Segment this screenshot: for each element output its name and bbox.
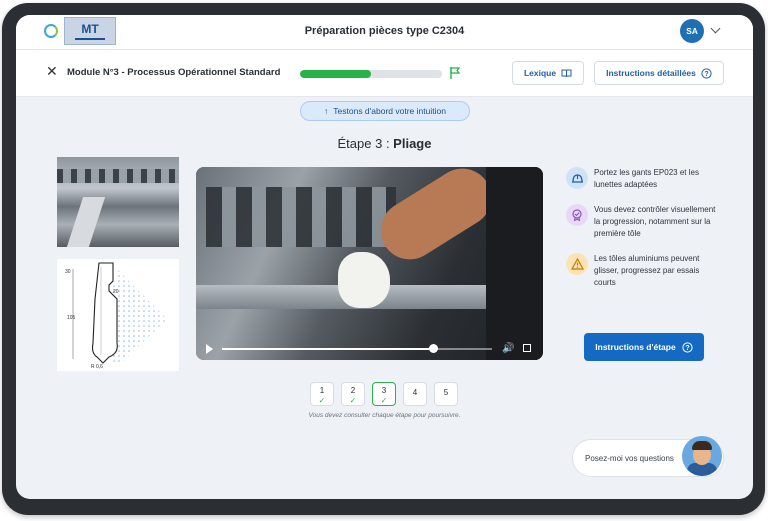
check-icon: ✓	[318, 396, 326, 405]
step-name: Pliage	[393, 136, 432, 151]
book-icon	[561, 69, 572, 77]
lexique-label: Lexique	[523, 68, 557, 78]
tip-text: Vous devez contrôler visuellement la pro…	[594, 205, 716, 238]
user-avatar[interactable]: SA	[680, 19, 704, 43]
seek-handle[interactable]	[428, 344, 438, 353]
step-video-player[interactable]: 🔊	[196, 167, 543, 360]
inspection-badge-icon	[566, 204, 588, 226]
module-title: Module N°3 - Processus Opérationnel Stan…	[67, 67, 281, 78]
detailed-instructions-button[interactable]: Instructions détaillées ?	[594, 61, 724, 85]
svg-text:?: ?	[685, 345, 689, 352]
play-icon[interactable]	[206, 344, 213, 354]
fullscreen-icon[interactable]	[523, 344, 531, 352]
step-2-button[interactable]: 2 ✓	[341, 382, 365, 406]
assistant-avatar[interactable]	[682, 436, 722, 476]
assistant-prompt-label: Posez-moi vos questions	[585, 454, 674, 463]
step-instructions-label: Instructions d'étape	[595, 342, 676, 352]
bending-tool-drawing: 105 30 20 R 0,6	[57, 259, 179, 371]
module-bar: ✕ Module N°3 - Processus Opérationnel St…	[16, 50, 753, 97]
step-1-button[interactable]: 1 ✓	[310, 382, 334, 406]
step-number: 4	[412, 388, 418, 397]
video-seek-bar[interactable]	[222, 348, 492, 350]
close-icon[interactable]: ✕	[46, 64, 58, 78]
step-title: Étape 3 : Pliage	[16, 136, 753, 151]
tablet-frame: MT Préparation pièces type C2304 SA ✕ Mo…	[2, 3, 765, 515]
volume-icon[interactable]: 🔊	[502, 343, 514, 354]
finish-flag-icon	[450, 67, 460, 79]
drawing-mid-label: 20	[113, 289, 119, 295]
intuition-pill[interactable]: ↑ Testons d'abord votre intuition	[300, 101, 470, 121]
tip-text: Les tôles aluminiums peuvent glisser, pr…	[594, 254, 700, 287]
step-navigator: 1 ✓ 2 ✓ 3 ✓ 4 5	[310, 382, 458, 408]
arrow-up-icon: ↑	[324, 106, 329, 116]
steps-note: Vous devez consulter chaque étape pour p…	[308, 412, 461, 419]
step-number: 3	[381, 386, 387, 395]
step-number: 5	[443, 388, 449, 397]
intuition-pill-label: Testons d'abord votre intuition	[333, 106, 446, 116]
help-circle-icon: ?	[701, 67, 712, 79]
top-bar: MT Préparation pièces type C2304 SA	[16, 15, 753, 50]
press-brake-photo	[57, 157, 179, 247]
drawing-bottom-label: R 0,6	[91, 364, 103, 370]
step-instructions-button[interactable]: Instructions d'étape ?	[584, 333, 704, 361]
help-circle-icon: ?	[682, 341, 693, 353]
step-number: 2	[350, 386, 356, 395]
progress-fill	[300, 70, 371, 78]
tip-text: Portez les gants EP023 et les lunettes a…	[594, 168, 699, 189]
lexique-button[interactable]: Lexique	[512, 61, 584, 85]
step-3-button[interactable]: 3 ✓	[372, 382, 396, 406]
app-screen: MT Préparation pièces type C2304 SA ✕ Mo…	[16, 15, 753, 499]
safety-helmet-icon	[566, 167, 588, 189]
detailed-instructions-label: Instructions détaillées	[606, 68, 696, 78]
video-controls: 🔊	[196, 338, 543, 360]
step-prefix: Étape 3 :	[337, 136, 394, 151]
step-number: 1	[319, 386, 325, 395]
drawing-top-label: 30	[65, 269, 71, 275]
module-progress-bar	[300, 70, 442, 78]
check-icon: ✓	[349, 396, 357, 405]
svg-text:?: ?	[704, 71, 708, 78]
step-4-button[interactable]: 4	[403, 382, 427, 406]
step-5-button[interactable]: 5	[434, 382, 458, 406]
check-icon: ✓	[380, 396, 388, 405]
drawing-height-label: 105	[67, 315, 76, 321]
page-title: Préparation pièces type C2304	[304, 25, 465, 37]
warning-icon	[566, 253, 588, 275]
